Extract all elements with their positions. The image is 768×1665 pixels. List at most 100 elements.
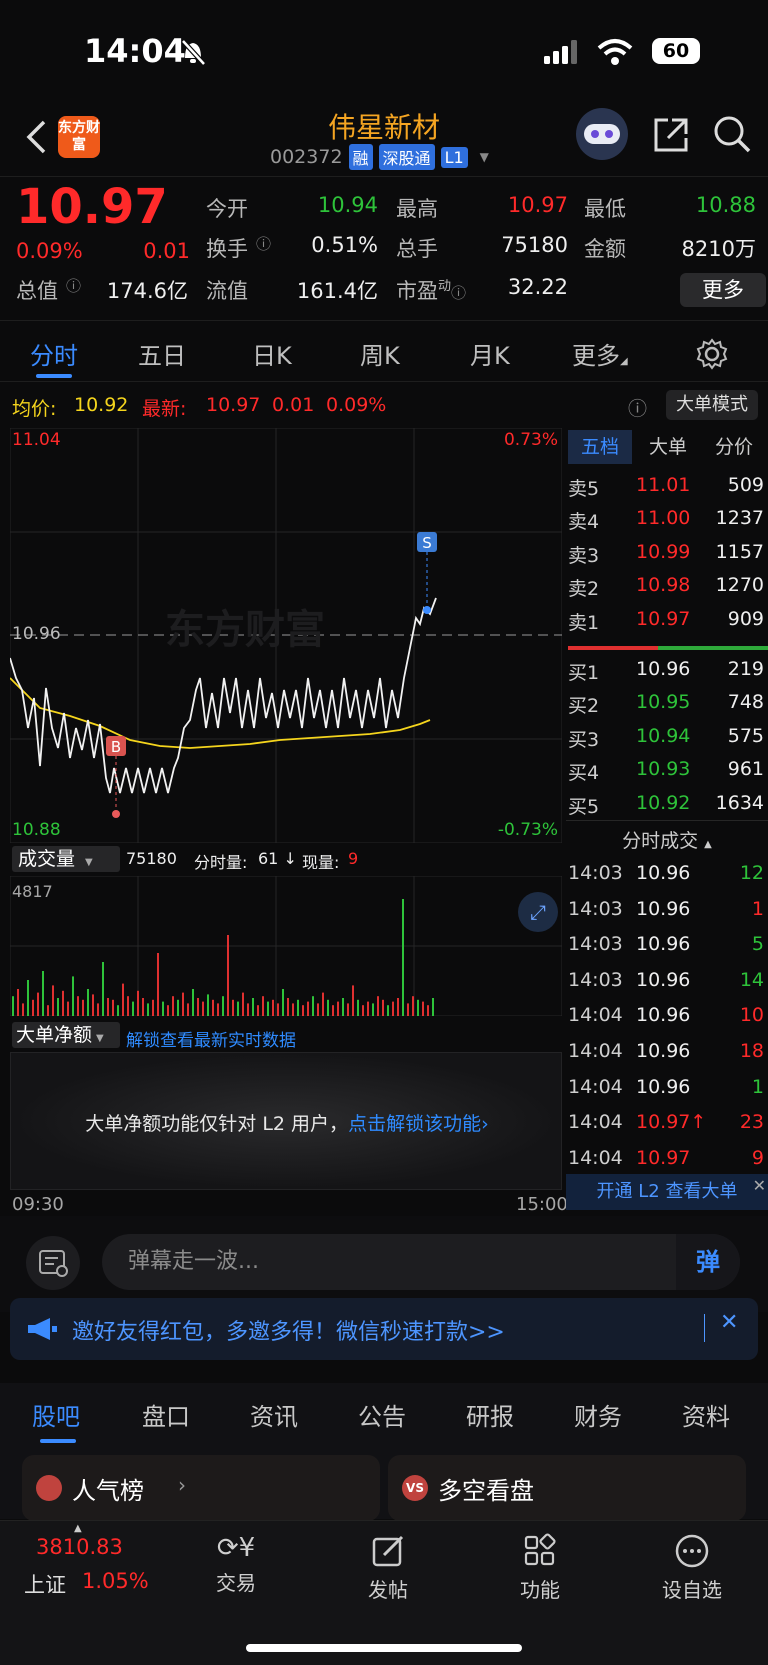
battery-icon: 60 [652, 38, 700, 64]
danmaku-settings-icon[interactable] [26, 1236, 80, 1290]
ask-price: 11.00 [636, 507, 691, 530]
danmaku-input[interactable]: 弹幕走一波... [102, 1234, 740, 1290]
wifi-icon [597, 39, 633, 65]
stock-header: 东方财富 伟星新材 002372 融 深股通 L1 ▼ [0, 100, 768, 175]
trade-row[interactable]: 14:03 10.96 14 [566, 965, 768, 1000]
volume-bar [312, 996, 314, 1016]
tab-profile[interactable]: 资料 [682, 1397, 730, 1432]
share-icon[interactable] [652, 116, 690, 154]
bid-price: 10.92 [636, 791, 691, 814]
tab-big-orders[interactable]: 大单 [636, 430, 700, 464]
bid-row[interactable]: 买2 10.95 748 [566, 687, 768, 720]
tab-five-levels[interactable]: 五档 [568, 430, 632, 464]
tab-pankou[interactable]: 盘口 [142, 1397, 190, 1432]
ask-row[interactable]: 卖2 10.98 1270 [566, 570, 768, 603]
open-l2-banner[interactable]: 开通 L2 查看大单 ✕ [566, 1174, 768, 1210]
info-icon[interactable]: ⓘ [256, 233, 271, 254]
tab-daily-k[interactable]: 日K [252, 336, 292, 371]
expand-icon[interactable]: ⤢ [518, 892, 558, 932]
tab-guba[interactable]: 股吧 [32, 1397, 80, 1432]
tab-more[interactable]: 更多◢ [572, 336, 628, 371]
edit-icon [372, 1535, 404, 1567]
volume-bar [292, 1003, 294, 1016]
pe-value: 32.22 [507, 275, 568, 299]
trade-row[interactable]: 14:04 10.96 10 [566, 1000, 768, 1035]
volume-bar [417, 999, 419, 1016]
tab-announcements[interactable]: 公告 [358, 1397, 406, 1432]
tab-weekly-k[interactable]: 周K [360, 336, 400, 371]
nav-trade[interactable]: ⟳¥ 交易 [186, 1533, 286, 1596]
trade-row[interactable]: 14:04 10.97 9 [566, 1143, 768, 1178]
popularity-card[interactable]: 人气榜 › [22, 1455, 380, 1521]
bid-row[interactable]: 买4 10.93 961 [566, 754, 768, 787]
high-label: 最高 [396, 197, 438, 221]
index-name[interactable]: 上证 [24, 1569, 66, 1599]
volume-bar [47, 1005, 49, 1016]
nav-functions[interactable]: 功能 [490, 1533, 590, 1603]
danmaku-send-button[interactable]: 弹 [676, 1234, 740, 1290]
bid-row[interactable]: 买3 10.94 575 [566, 721, 768, 754]
volume-bar [167, 1005, 169, 1016]
bid-row[interactable]: 买1 10.96 219 [566, 654, 768, 687]
index-pct[interactable]: 1.05% [82, 1569, 149, 1593]
ask-row[interactable]: 卖1 10.97 909 [566, 604, 768, 637]
intraday-price-chart[interactable]: 东方财富 B S 11.04 0.73% 10.96 10.88 -0.73% [9, 427, 563, 844]
bid-row[interactable]: 买5 10.92 1634 [566, 788, 768, 821]
close-icon[interactable]: ✕ [753, 1168, 766, 1204]
ask-row[interactable]: 卖5 11.01 509 [566, 470, 768, 503]
volume-selector[interactable]: 成交量 ▼ [12, 846, 120, 872]
info-icon[interactable]: ⓘ [66, 275, 81, 296]
big-order-mode-button[interactable]: 大单模式 [666, 390, 758, 420]
search-icon[interactable] [712, 114, 752, 154]
tab-news[interactable]: 资讯 [250, 1397, 298, 1432]
bull-bear-card[interactable]: VS 多空看盘 [388, 1455, 746, 1521]
net-amount-header: 大单净额 ▼ 解锁查看最新实时数据 [10, 1020, 562, 1051]
trade-row[interactable]: 14:04 10.97↑ 23 [566, 1107, 768, 1142]
latest-pct: 0.09% [326, 394, 387, 416]
more-button[interactable]: 更多 [680, 273, 766, 307]
help-icon[interactable]: ⓘ [628, 394, 647, 421]
nav-watchlist[interactable]: 设自选 [642, 1533, 742, 1603]
ask-row[interactable]: 卖3 10.99 1157 [566, 537, 768, 570]
close-banner-icon[interactable]: ✕ [720, 1310, 738, 1335]
tab-intraday[interactable]: 分时 [30, 336, 78, 371]
trade-row[interactable]: 14:03 10.96 1 [566, 894, 768, 929]
ask-row[interactable]: 卖4 11.00 1237 [566, 503, 768, 536]
watermark: 东方财富 [165, 607, 325, 653]
trade-volume: 12 [739, 862, 764, 884]
volume-bar [387, 1005, 389, 1016]
net-amount-selector[interactable]: 大单净额 ▼ [12, 1022, 120, 1048]
tab-five-day[interactable]: 五日 [138, 336, 186, 371]
settings-gear-icon[interactable] [696, 338, 728, 370]
ask-label: 卖4 [568, 511, 600, 534]
tab-monthly-k[interactable]: 月K [470, 336, 510, 371]
robot-assistant-icon[interactable] [576, 108, 628, 160]
bell-muted-icon [181, 39, 206, 66]
trades-title[interactable]: 分时成交 ▲ [566, 826, 768, 853]
nav-post[interactable]: 发帖 [338, 1533, 438, 1603]
trade-row[interactable]: 14:03 10.96 5 [566, 929, 768, 964]
tab-research[interactable]: 研报 [466, 1397, 514, 1432]
volume-bar [422, 1001, 424, 1016]
avg-label: 均价: [12, 398, 57, 420]
trade-row[interactable]: 14:03 10.96 12 [566, 858, 768, 893]
chart-period-tabs: 分时 五日 日K 周K 月K 更多◢ [0, 322, 768, 382]
tab-finance[interactable]: 财务 [574, 1397, 622, 1432]
volume-bar [112, 999, 114, 1016]
unlock-hint-link[interactable]: 解锁查看最新实时数据 [126, 1026, 296, 1051]
volume-bar [27, 980, 29, 1016]
volume-label: 总手 [396, 237, 438, 261]
volume-bar [187, 1003, 189, 1016]
tab-price-dist[interactable]: 分价 [702, 430, 766, 464]
index-value[interactable]: 3810.83 [36, 1535, 123, 1559]
mktcap-value: 174.6亿 [106, 279, 188, 303]
invite-banner[interactable]: 邀好友得红包，多邀多得！微信秒速打款>> ✕ [10, 1298, 758, 1360]
stock-code-row[interactable]: 002372 融 深股通 L1 ▼ [270, 144, 489, 170]
unlock-feature-link[interactable]: 点击解锁该功能 [348, 1113, 481, 1135]
volume-bar [242, 992, 244, 1016]
price-chart-svg: 东方财富 B S [9, 427, 563, 844]
trade-row[interactable]: 14:04 10.96 1 [566, 1072, 768, 1107]
y-axis-ref-price: 10.96 [12, 624, 61, 644]
trade-row[interactable]: 14:04 10.96 18 [566, 1036, 768, 1071]
ask-volume: 1270 [715, 574, 764, 597]
